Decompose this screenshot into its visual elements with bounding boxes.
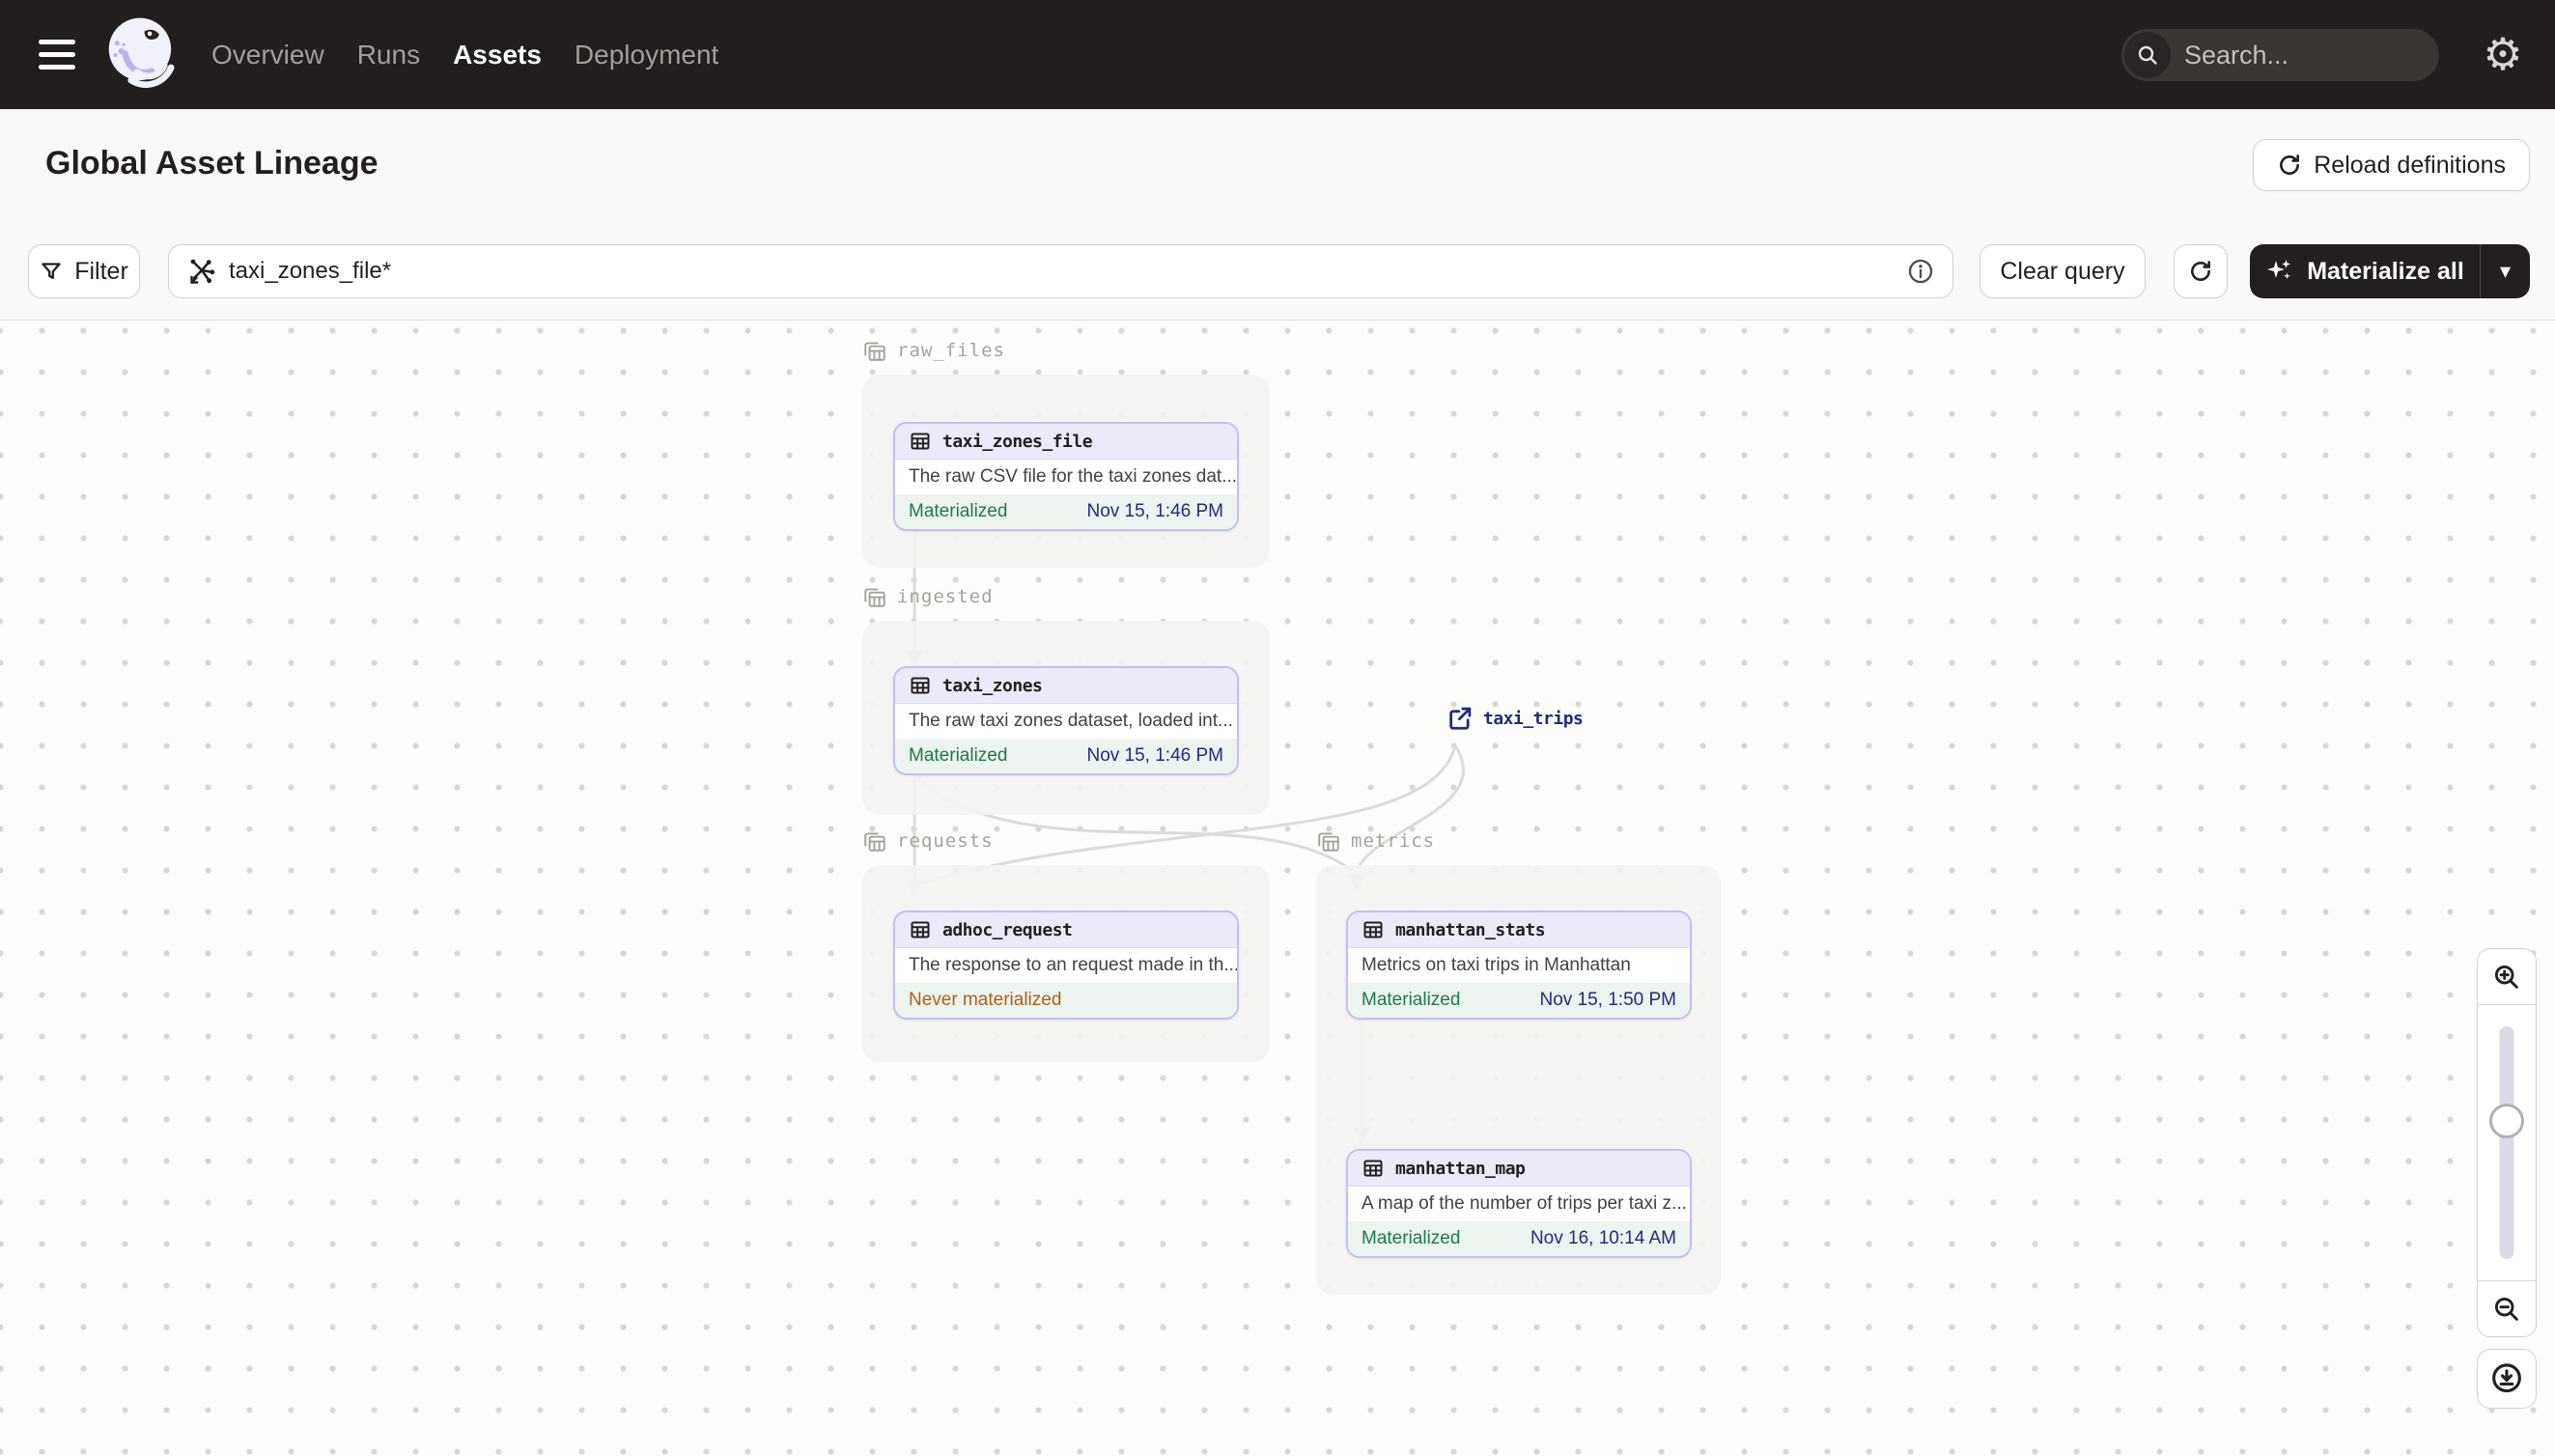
asset-name: taxi_zones [942,675,1043,696]
lineage-edges [906,531,1465,1145]
filter-button[interactable]: Filter [28,244,140,298]
search-icon [2124,32,2171,78]
materialize-all-button[interactable]: Materialize all [2250,244,2480,298]
nav-item-overview[interactable]: Overview [211,40,324,70]
nav-item-assets[interactable]: Assets [453,40,542,70]
lineage-toolbar: Filter Clear query [0,244,2555,298]
table-icon [1363,921,1383,938]
group-tables-icon [1318,832,1339,852]
asset-timestamp[interactable]: Nov 15, 1:46 PM [1086,501,1223,522]
asset-selection-icon [190,259,215,284]
asset-status: Never materialized [909,990,1062,1010]
group-label-metrics[interactable]: metrics [1316,828,1435,854]
asset-name: manhattan_map [1395,1158,1526,1179]
refresh-graph-button[interactable] [2174,244,2228,298]
lineage-canvas[interactable]: raw_files ingested requests metrics taxi… [0,321,2555,1456]
asset-node-adhoc-request[interactable]: adhoc_request The response to an request… [893,910,1239,1020]
table-icon [911,677,930,694]
page-title: Global Asset Lineage [45,145,379,182]
asset-selection-input[interactable] [168,244,1953,298]
asset-node-taxi-zones[interactable]: taxi_zones The raw taxi zones dataset, l… [893,666,1239,775]
external-link-icon [1449,707,1472,730]
asset-status: Materialized [1362,1228,1461,1248]
asset-description: The raw taxi zones dataset, loaded int..… [895,704,1237,739]
funnel-icon [42,263,61,279]
asset-node-manhattan-map[interactable]: manhattan_map A map of the number of tri… [1346,1149,1692,1258]
clear-query-button[interactable]: Clear query [1979,244,2146,298]
zoom-slider-track[interactable] [2499,1026,2514,1259]
asset-description: The response to an request made in th... [895,948,1237,983]
asset-node-manhattan-stats[interactable]: manhattan_stats Metrics on taxi trips in… [1346,910,1692,1020]
page-chrome: Global Asset Lineage Reload definitions … [0,109,2555,321]
nav-item-runs[interactable]: Runs [357,40,420,70]
asset-timestamp[interactable]: Nov 16, 10:14 AM [1530,1228,1676,1249]
group-label-raw-files[interactable]: raw_files [862,338,1005,363]
group-label-requests[interactable]: requests [862,828,994,854]
asset-name: adhoc_request [942,919,1073,940]
zoom-slider[interactable] [2478,1005,2536,1280]
external-asset-taxi-trips[interactable]: taxi_trips [1446,705,1584,732]
asset-name: taxi_zones_file [942,431,1093,452]
asset-query-input[interactable] [229,258,1893,285]
zoom-in-button[interactable] [2478,949,2536,1005]
table-icon [911,433,930,450]
asset-description: A map of the number of trips per taxi z.… [1348,1187,1690,1221]
asset-timestamp[interactable]: Nov 15, 1:50 PM [1539,990,1676,1011]
zoom-control-stack [2477,948,2537,1337]
zoom-out-icon [2494,1297,2518,1321]
asset-description: Metrics on taxi trips in Manhattan [1348,948,1690,983]
sparkles-icon [2267,260,2291,280]
zoom-out-button[interactable] [2478,1280,2536,1336]
zoom-in-icon [2494,965,2518,989]
nav-item-deployment[interactable]: Deployment [575,40,718,70]
table-icon [1363,1160,1383,1177]
group-tables-icon [864,342,885,361]
asset-description: The raw CSV file for the taxi zones dat.… [895,460,1237,494]
download-view-button[interactable] [2477,1349,2537,1409]
reload-icon [2280,154,2300,175]
global-search[interactable]: / [2121,29,2439,81]
reload-definitions-button[interactable]: Reload definitions [2253,139,2530,191]
asset-status: Materialized [909,501,1008,521]
asset-status: Materialized [1362,990,1461,1010]
top-nav-bar: Overview Runs Assets Deployment / ⚙ [0,0,2555,109]
group-label-ingested[interactable]: ingested [862,584,994,609]
group-tables-icon [864,588,885,607]
download-circle-icon [2492,1363,2521,1393]
search-input[interactable] [2171,40,2439,70]
asset-name: manhattan_stats [1395,919,1546,940]
group-tables-icon [864,832,885,852]
zoom-slider-thumb[interactable] [2489,1104,2524,1138]
dagster-app: Overview Runs Assets Deployment / ⚙ Glob… [0,0,2555,1456]
asset-timestamp[interactable]: Nov 15, 1:46 PM [1086,745,1223,767]
asset-status: Materialized [909,745,1008,766]
materialize-options-caret[interactable]: ▾ [2481,244,2530,298]
table-icon [911,921,930,938]
dagster-logo[interactable] [98,11,187,99]
primary-nav: Overview Runs Assets Deployment [211,0,718,109]
materialize-all-split-button: Materialize all ▾ [2250,244,2530,298]
asset-node-taxi-zones-file[interactable]: taxi_zones_file The raw CSV file for the… [893,422,1239,531]
hamburger-menu-icon[interactable] [39,35,79,73]
query-info-icon[interactable] [1906,257,1935,286]
settings-gear-icon[interactable]: ⚙ [2478,27,2528,81]
refresh-icon [2191,261,2210,281]
